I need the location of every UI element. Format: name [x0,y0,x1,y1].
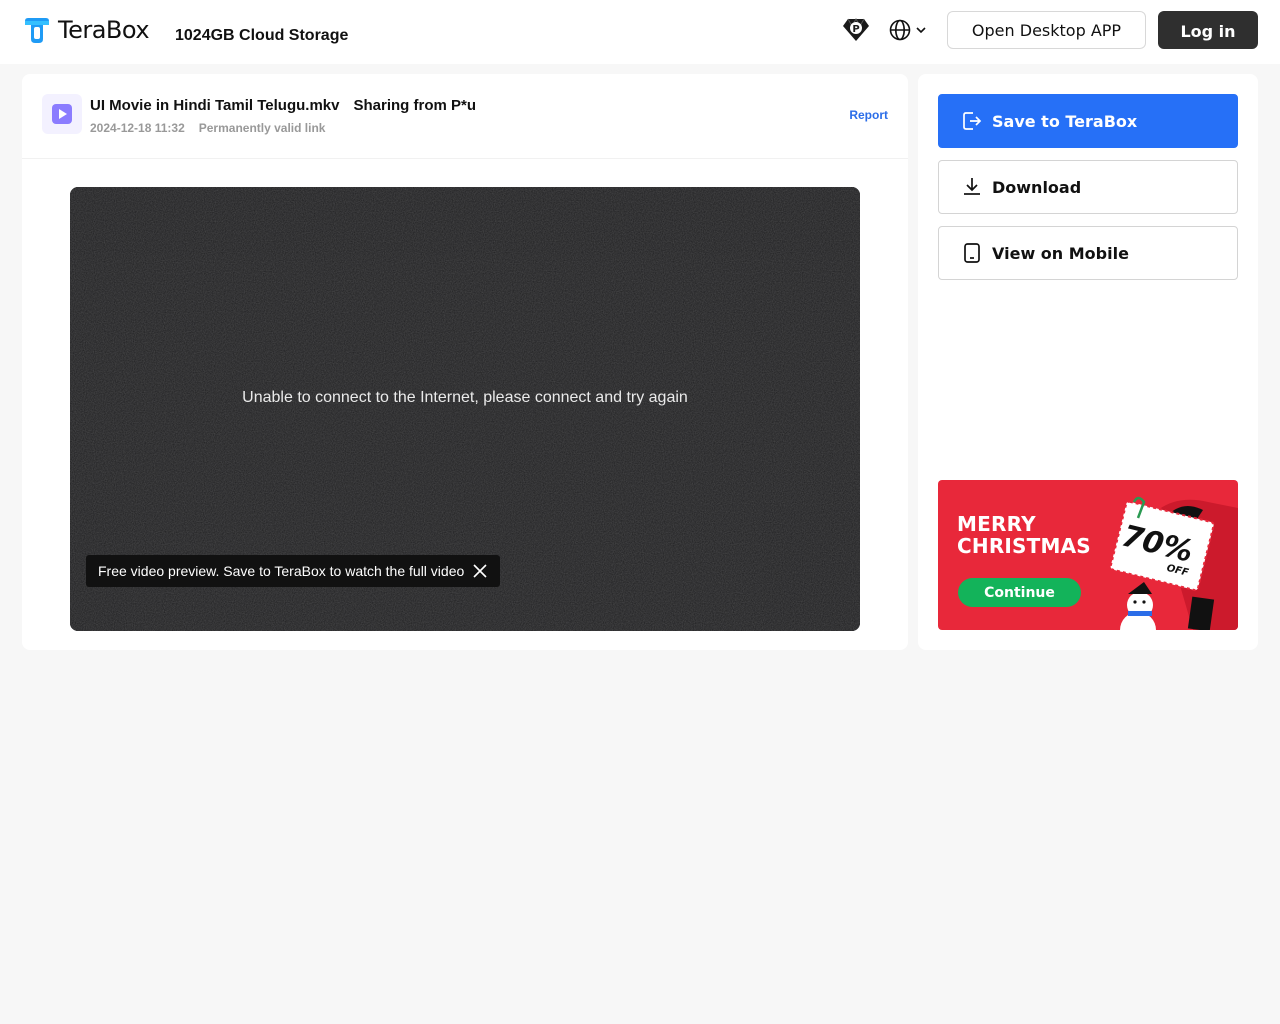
terabox-logo-icon [25,18,49,43]
mobile-phone-icon [964,243,980,263]
view-on-mobile-button[interactable]: View on Mobile [938,226,1238,280]
file-meta: 2024-12-18 11:32 Permanently valid link [90,121,325,135]
sharing-owner: Sharing from P*u [353,97,476,114]
globe-icon [889,19,911,41]
action-panel: Save to TeraBox Download View on Mobile … [918,74,1258,650]
preview-tip-text: Free video preview. Save to TeraBox to w… [98,563,465,579]
link-validity: Permanently valid link [198,121,326,135]
login-button[interactable]: Log in [1158,11,1258,49]
close-icon[interactable] [472,563,488,579]
promo-title-line2: CHRISTMAS [957,534,1091,558]
save-to-terabox-button[interactable]: Save to TeraBox [938,94,1238,148]
file-preview-card: UI Movie in Hindi Tamil Telugu.mkv Sharin… [22,74,908,650]
file-title: UI Movie in Hindi Tamil Telugu.mkv Sharin… [90,97,476,114]
video-player[interactable]: Unable to connect to the Internet, pleas… [70,187,860,631]
top-header: TeraBox 1024GB Cloud Storage P Open Desk… [0,0,1280,64]
report-link[interactable]: Report [849,108,888,122]
storage-tagline: 1024GB Cloud Storage [175,27,349,44]
video-file-icon [42,94,82,134]
discount-coupon-art: 70% OFF [1109,496,1238,630]
promo-title-line1: MERRY [957,512,1036,536]
preview-tip-banner: Free video preview. Save to TeraBox to w… [86,555,501,587]
mobile-label: View on Mobile [992,243,1129,263]
language-selector[interactable] [888,18,928,42]
download-icon [964,178,980,195]
open-desktop-app-button[interactable]: Open Desktop APP [947,11,1146,49]
chevron-down-icon [916,27,926,34]
download-button[interactable]: Download [938,160,1238,214]
download-label: Download [992,177,1082,197]
save-label: Save to TeraBox [992,111,1138,131]
svg-text:P: P [852,24,859,35]
connection-error-message: Unable to connect to the Internet, pleas… [242,389,688,406]
save-icon [963,112,982,130]
christmas-promo-banner[interactable]: MERRY CHRISTMAS Continue 70% OFF [938,480,1238,630]
terabox-logo[interactable]: TeraBox [22,15,150,45]
file-info-header: UI Movie in Hindi Tamil Telugu.mkv Sharin… [22,74,908,159]
share-date: 2024-12-18 11:32 [90,121,185,135]
brand-name: TeraBox [58,16,150,44]
file-name: UI Movie in Hindi Tamil Telugu.mkv [90,97,340,114]
promo-continue-button[interactable]: Continue [958,578,1081,607]
promo-title: MERRY CHRISTMAS [957,513,1091,557]
premium-diamond-icon[interactable]: P [842,17,870,43]
